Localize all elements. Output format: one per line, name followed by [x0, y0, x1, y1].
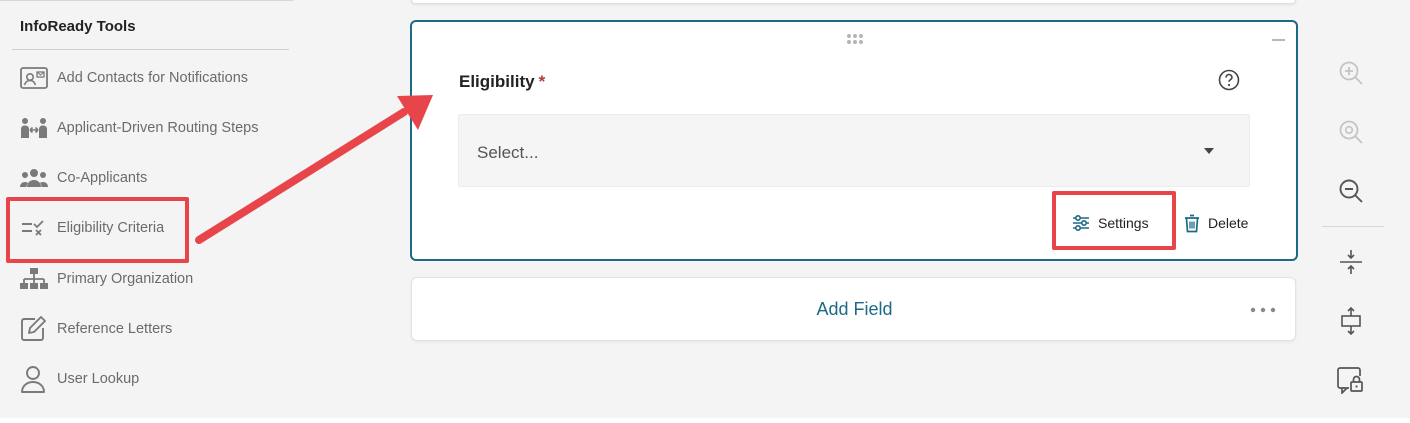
more-options-icon[interactable]	[1250, 300, 1276, 318]
add-field-button[interactable]: Add Field	[412, 299, 1297, 320]
field-label-text: Eligibility	[459, 72, 535, 91]
sidebar-item-label: Co-Applicants	[57, 170, 148, 186]
sidebar-item-eligibility-criteria[interactable]: Eligibility Criteria	[20, 213, 164, 243]
sidebar-item-label: Applicant-Driven Routing Steps	[57, 120, 259, 136]
sidebar-item-label: Primary Organization	[57, 271, 194, 287]
sidebar-item-co-applicants[interactable]: Co-Applicants	[20, 163, 147, 193]
eligibility-select[interactable]: Select...	[458, 114, 1250, 187]
field-label: Eligibility *	[459, 72, 545, 92]
toolbar-divider	[1322, 226, 1384, 227]
collapse-vertical-icon[interactable]	[1336, 247, 1366, 277]
lock-comment-icon[interactable]	[1336, 365, 1366, 395]
bottom-strip	[0, 418, 1410, 423]
sidebar-divider	[12, 49, 289, 50]
edit-icon	[20, 316, 48, 342]
drag-handle-icon[interactable]	[846, 32, 864, 50]
sidebar-item-user-lookup[interactable]: User Lookup	[20, 364, 139, 394]
chevron-down-icon	[1204, 148, 1214, 154]
sidebar-item-label: Eligibility Criteria	[57, 220, 165, 236]
help-icon[interactable]	[1218, 69, 1240, 96]
previous-field-card	[411, 0, 1296, 4]
sidebar-item-label: Add Contacts for Notifications	[57, 70, 249, 86]
sidebar-title: InfoReady Tools	[20, 18, 136, 35]
select-placeholder: Select...	[477, 143, 539, 162]
sidebar-item-add-contacts[interactable]: Add Contacts for Notifications	[20, 63, 248, 93]
settings-label: Settings	[1098, 215, 1149, 231]
sidebar: InfoReady Tools Add Contacts for Notific…	[0, 0, 293, 418]
add-field-card: Add Field	[411, 277, 1296, 341]
org-chart-icon	[20, 266, 48, 292]
zoom-reset-icon[interactable]	[1336, 117, 1366, 147]
expand-all-icon[interactable]	[1336, 306, 1366, 336]
routing-people-icon	[20, 115, 48, 141]
sidebar-item-primary-organization[interactable]: Primary Organization	[20, 264, 193, 294]
zoom-out-icon[interactable]	[1336, 176, 1366, 206]
sliders-icon	[1073, 214, 1089, 232]
trash-icon	[1185, 214, 1199, 232]
zoom-in-icon[interactable]	[1336, 58, 1366, 88]
sidebar-top-divider	[0, 0, 293, 1]
group-icon	[20, 165, 48, 191]
sidebar-item-label: Reference Letters	[57, 321, 173, 337]
field-card-eligibility[interactable]: Eligibility * Select... Settings Delete	[410, 20, 1298, 261]
sidebar-item-routing-steps[interactable]: Applicant-Driven Routing Steps	[20, 113, 259, 143]
sidebar-item-label: User Lookup	[57, 371, 140, 387]
user-icon	[20, 366, 48, 393]
collapse-icon[interactable]	[1270, 27, 1286, 45]
required-indicator: *	[538, 72, 546, 91]
delete-button[interactable]: Delete	[1184, 211, 1248, 235]
settings-button[interactable]: Settings	[1072, 211, 1149, 235]
delete-label: Delete	[1208, 215, 1249, 231]
checklist-x-icon	[20, 215, 48, 241]
sidebar-item-reference-letters[interactable]: Reference Letters	[20, 314, 172, 344]
contact-card-icon	[20, 65, 48, 91]
